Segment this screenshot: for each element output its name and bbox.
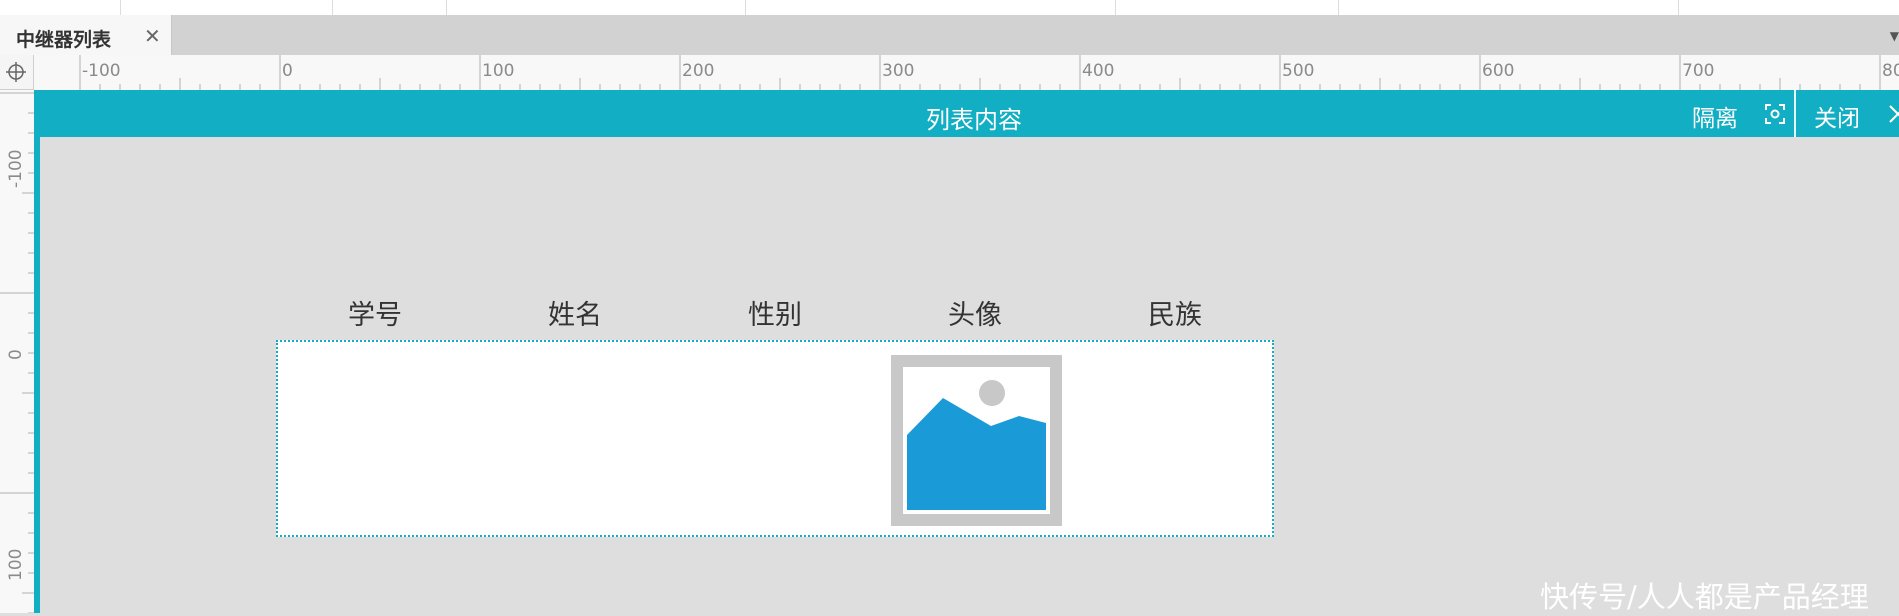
column-header-student-id: 学号 xyxy=(348,300,402,331)
ruler-label: 80 xyxy=(1882,61,1899,81)
watermark-text: 快传号/人人都是产品经理 xyxy=(1540,580,1869,614)
ruler-label: 700 xyxy=(1682,61,1715,81)
ruler-label: 0 xyxy=(6,349,26,360)
header-divider xyxy=(1794,90,1796,137)
vertical-ruler[interactable]: -100 0 100 xyxy=(0,90,35,613)
isolate-button[interactable]: 隔离 xyxy=(1692,90,1832,137)
crosshair-icon xyxy=(6,62,26,82)
tab-bar: 中继器列表 ✕ ▼ xyxy=(0,15,1899,55)
ruler-label: 500 xyxy=(1282,61,1315,81)
isolate-icon xyxy=(1765,104,1785,124)
panel-title: 列表内容 xyxy=(926,106,1022,134)
column-header-ethnicity: 民族 xyxy=(1148,300,1202,331)
tab-title: 中继器列表 xyxy=(16,29,112,51)
close-label: 关闭 xyxy=(1814,106,1860,132)
chevron-down-icon[interactable]: ▼ xyxy=(1890,29,1899,43)
editing-border-accent xyxy=(34,137,40,613)
ruler-label: 100 xyxy=(6,548,26,581)
top-strip xyxy=(0,0,1899,16)
ruler-label: 400 xyxy=(1082,61,1115,81)
ruler-origin-crosshair[interactable] xyxy=(0,55,34,90)
ruler-label: 600 xyxy=(1482,61,1515,81)
repeater-edit-header: 列表内容 隔离 关闭 xyxy=(34,90,1899,137)
horizontal-ruler-ticks xyxy=(79,55,1881,90)
close-editing-button[interactable]: 关闭 xyxy=(1814,90,1899,137)
column-header-name: 姓名 xyxy=(548,300,602,331)
close-icon xyxy=(1889,105,1899,123)
isolate-label: 隔离 xyxy=(1692,106,1738,132)
ruler-label: 300 xyxy=(882,61,915,81)
horizontal-ruler[interactable]: -100 0 100 200 300 400 500 600 700 80 xyxy=(34,55,1899,91)
ruler-label: 100 xyxy=(482,61,515,81)
tab-repeater-list[interactable]: 中继器列表 ✕ xyxy=(0,15,172,55)
column-header-gender: 性别 xyxy=(748,300,802,331)
repeater-item-row[interactable] xyxy=(276,340,1274,537)
close-icon[interactable]: ✕ xyxy=(144,24,161,48)
ruler-label: -100 xyxy=(82,61,121,81)
image-placeholder-icon[interactable] xyxy=(891,355,1062,530)
column-header-avatar: 头像 xyxy=(948,300,1002,331)
ruler-label: -100 xyxy=(6,149,26,188)
ruler-label: 200 xyxy=(682,61,715,81)
ruler-label: 0 xyxy=(282,61,293,81)
